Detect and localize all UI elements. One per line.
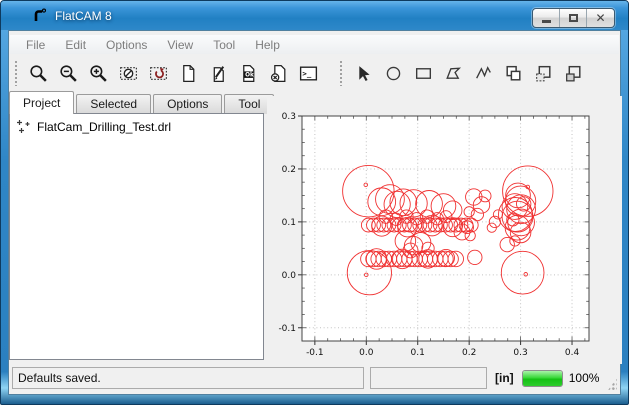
terminal-icon: >_ [298, 63, 319, 84]
save-project-button[interactable]: Ok [233, 58, 263, 88]
maximize-icon [569, 14, 578, 22]
flatcam-app-icon [31, 7, 48, 24]
toolbar-group-view: Ok >_ [23, 58, 323, 88]
menu-item-file[interactable]: File [16, 36, 55, 54]
clear-plot-button[interactable] [113, 58, 143, 88]
svg-text:0.3: 0.3 [513, 348, 527, 358]
new-project-button[interactable] [173, 58, 203, 88]
menu-item-view[interactable]: View [157, 36, 203, 54]
command-line-button[interactable]: >_ [293, 58, 323, 88]
tab-project[interactable]: Project [9, 91, 74, 114]
status-coords-panel [370, 367, 487, 389]
maximize-button[interactable] [560, 9, 587, 27]
add-circle-button[interactable] [378, 58, 408, 88]
toolbar-group-geometry [348, 58, 588, 88]
clear-plot-icon [118, 63, 139, 84]
replot-button[interactable] [143, 58, 173, 88]
rectangle-tool-icon [413, 63, 434, 84]
units-label: [in] [493, 371, 516, 385]
progress-fill [523, 371, 562, 386]
path-tool-icon [473, 63, 494, 84]
union-icon [503, 63, 524, 84]
delete-object-button[interactable] [263, 58, 293, 88]
menu-item-options[interactable]: Options [96, 36, 157, 54]
close-button[interactable]: ✕ [587, 9, 614, 27]
caption-buttons: ✕ [532, 8, 615, 28]
toolbar: Ok >_ [9, 55, 620, 91]
zoom-in-icon [88, 63, 109, 84]
toolbar-drag-handle-2[interactable] [339, 60, 344, 86]
zoom-out-button[interactable] [53, 58, 83, 88]
open-project-button[interactable] [203, 58, 233, 88]
zoom-out-icon [58, 63, 79, 84]
svg-text:>_: >_ [302, 69, 311, 78]
status-message: Defaults saved. [18, 371, 101, 385]
circle-tool-icon [383, 63, 404, 84]
tab-selected[interactable]: Selected [76, 94, 151, 114]
toolbar-drag-handle[interactable] [14, 60, 19, 86]
svg-text:0.3: 0.3 [282, 112, 296, 122]
progress-bar [522, 370, 563, 387]
resize-grip-icon[interactable] [607, 378, 617, 391]
menu-item-tool[interactable]: Tool [203, 36, 245, 54]
svg-text:0.2: 0.2 [462, 348, 476, 358]
svg-text:0.2: 0.2 [282, 165, 296, 175]
menubar: File Edit Options View Tool Help [10, 35, 619, 54]
client-area: File Edit Options View Tool Help [8, 30, 621, 395]
status-message-panel: Defaults saved. [12, 367, 364, 389]
menu-item-edit[interactable]: Edit [55, 36, 96, 54]
svg-text:0.1: 0.1 [411, 348, 425, 358]
add-path-button[interactable] [468, 58, 498, 88]
polygon-cut-button[interactable] [558, 58, 588, 88]
plot-canvas[interactable]: -0.1 0.0 0.1 0.2 0.3 0.4 -0.1 0.0 0.1 0.2 0.3 [267, 96, 622, 364]
tab-options[interactable]: Options [153, 94, 222, 114]
window-title: FlatCAM 8 [55, 9, 112, 23]
close-icon: ✕ [595, 12, 605, 24]
polygon-subtract-button[interactable] [528, 58, 558, 88]
document-pencil-icon [208, 63, 229, 84]
svg-text:0.4: 0.4 [565, 348, 580, 358]
svg-text:Ok: Ok [245, 72, 254, 78]
svg-text:0.1: 0.1 [282, 218, 296, 228]
svg-text:0.0: 0.0 [282, 271, 297, 281]
minimize-button[interactable] [533, 9, 560, 27]
app-window: FlatCAM 8 ✕ File Edit Options View Tool … [0, 0, 629, 405]
document-delete-icon [268, 63, 289, 84]
tabbar: Project Selected Options Tool [9, 91, 276, 114]
new-document-icon [178, 63, 199, 84]
add-polygon-button[interactable] [438, 58, 468, 88]
polygon-union-button[interactable] [498, 58, 528, 88]
document-ok-icon: Ok [238, 63, 259, 84]
svg-text:-0.1: -0.1 [278, 324, 296, 334]
subtract-icon [533, 63, 554, 84]
menu-item-help[interactable]: Help [245, 36, 290, 54]
progress-percent: 100% [569, 371, 600, 385]
svg-text:-0.1: -0.1 [306, 348, 324, 358]
zoom-in-button[interactable] [83, 58, 113, 88]
pointer-icon [353, 63, 374, 84]
svg-text:0.0: 0.0 [359, 348, 374, 358]
cut-icon [563, 63, 584, 84]
statusbar: Defaults saved. [in] 100% [9, 362, 620, 394]
replot-icon [148, 63, 169, 84]
select-tool-button[interactable] [348, 58, 378, 88]
project-tree-panel[interactable]: FlatCam_Drilling_Test.drl [9, 113, 264, 360]
drill-file-icon [16, 119, 31, 134]
tree-item-label: FlatCam_Drilling_Test.drl [37, 120, 171, 134]
add-rectangle-button[interactable] [408, 58, 438, 88]
tree-item-drill-file[interactable]: FlatCam_Drilling_Test.drl [10, 114, 263, 136]
zoom-fit-icon [28, 63, 49, 84]
zoom-fit-button[interactable] [23, 58, 53, 88]
minimize-icon [542, 20, 551, 23]
titlebar[interactable]: FlatCAM 8 ✕ [1, 1, 628, 30]
plot-svg: -0.1 0.0 0.1 0.2 0.3 0.4 -0.1 0.0 0.1 0.2 0.3 [267, 96, 622, 364]
polygon-tool-icon [443, 63, 464, 84]
